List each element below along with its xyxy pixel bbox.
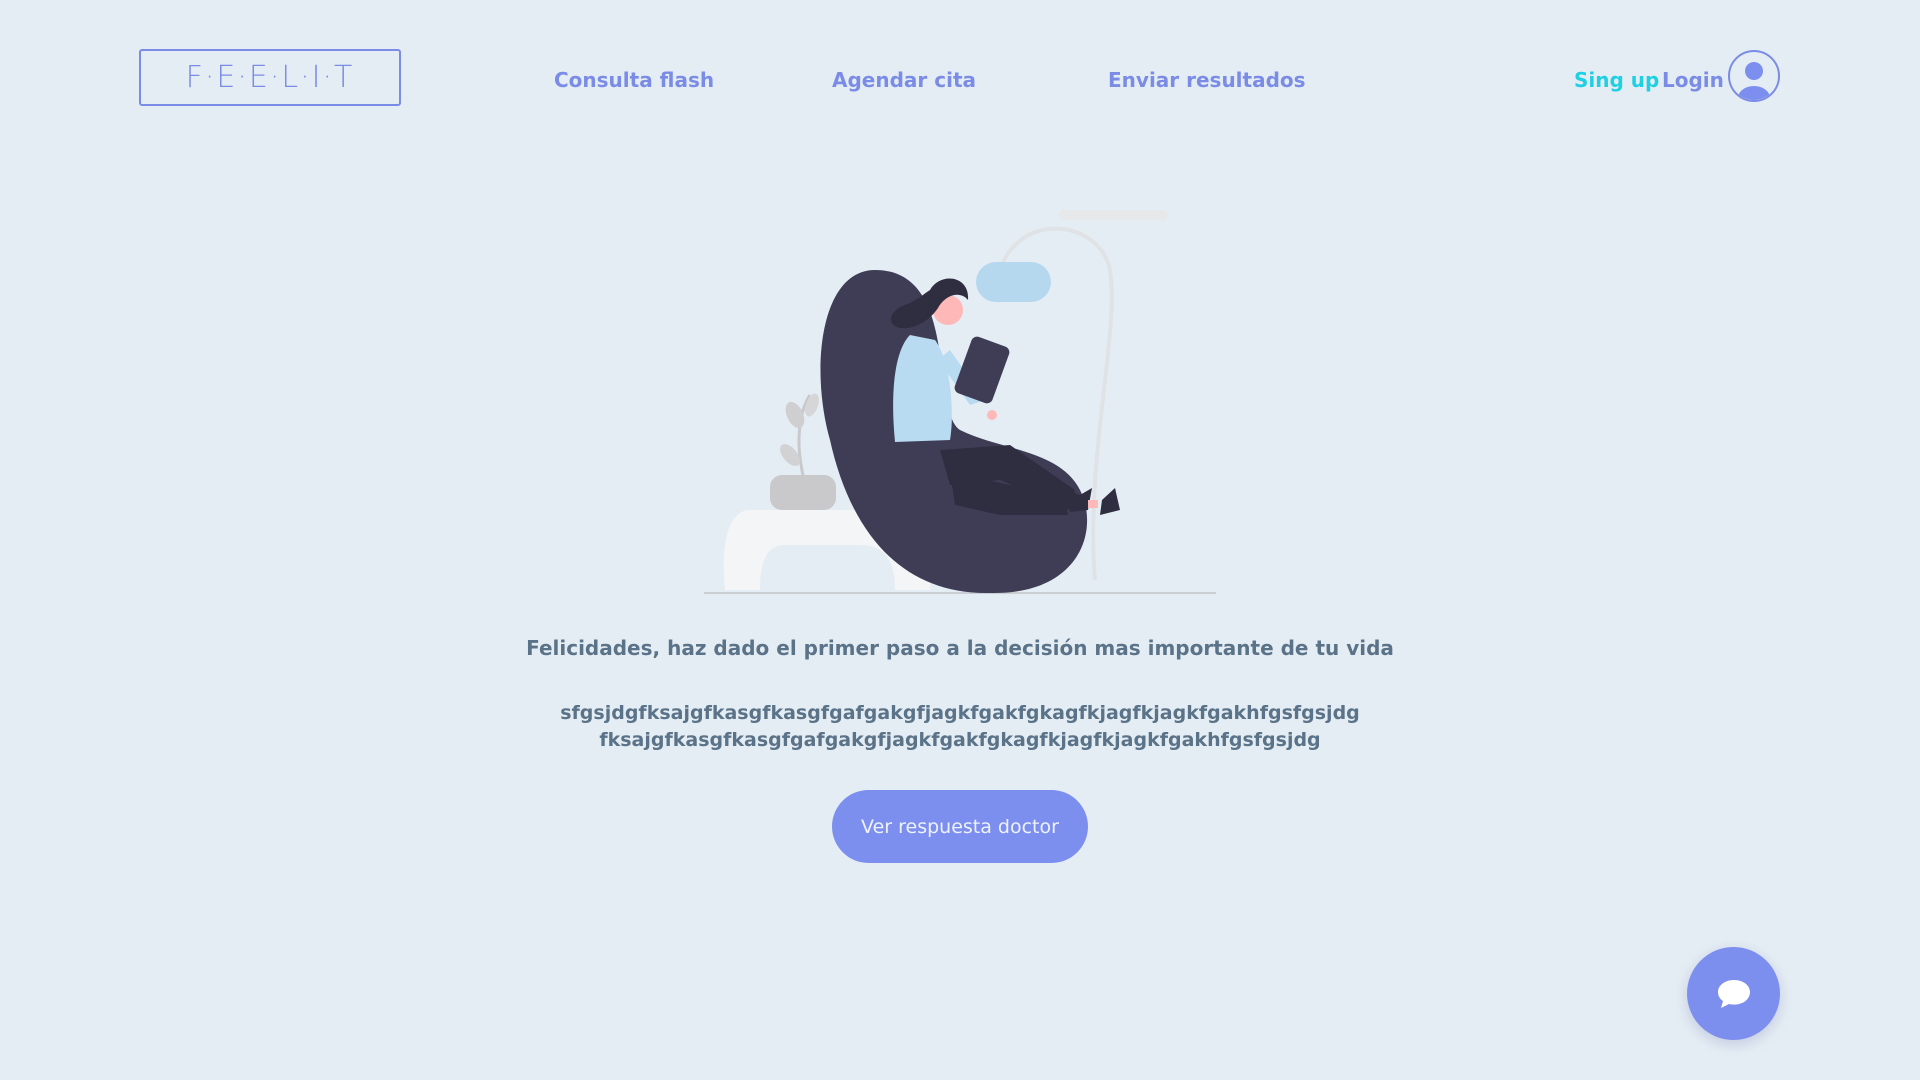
woman-reading-illustration <box>704 210 1216 594</box>
login-link[interactable]: Login <box>1662 68 1724 92</box>
page-heading: Felicidades, haz dado el primer paso a l… <box>526 636 1394 660</box>
chat-bubble-icon <box>1717 979 1750 1008</box>
header: F·E·E·L·I·T Consulta flash Agendar cita … <box>0 0 1920 160</box>
signup-link[interactable]: Sing up <box>1574 68 1659 92</box>
nav-agendar-cita[interactable]: Agendar cita <box>832 68 976 92</box>
user-circle-icon <box>1738 62 1770 100</box>
chat-button[interactable] <box>1687 947 1780 1040</box>
ver-respuesta-doctor-button[interactable]: Ver respuesta doctor <box>832 790 1088 863</box>
user-avatar-button[interactable] <box>1728 50 1780 102</box>
logo[interactable]: F·E·E·L·I·T <box>139 49 401 106</box>
body-text: sfgsjdgfksajgfkasgfkasgfgafgakgfjagkfgak… <box>560 702 1360 751</box>
nav-consulta-flash[interactable]: Consulta flash <box>554 68 714 92</box>
nav-enviar-resultados[interactable]: Enviar resultados <box>1108 68 1306 92</box>
